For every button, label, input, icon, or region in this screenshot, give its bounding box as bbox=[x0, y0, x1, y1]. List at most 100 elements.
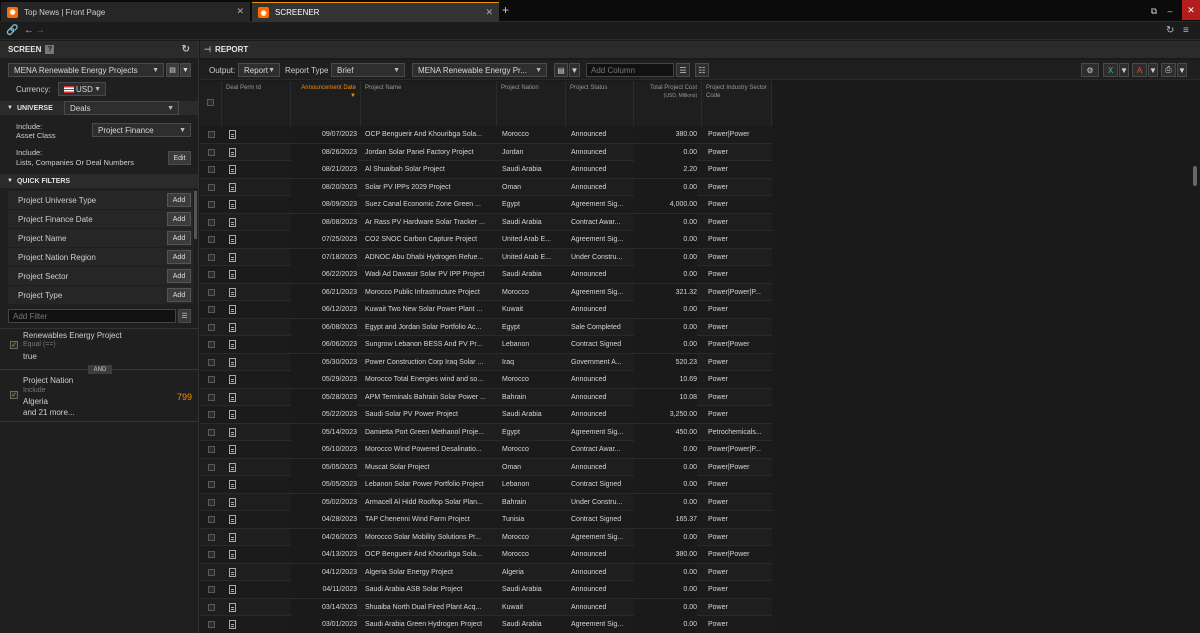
document-icon[interactable] bbox=[229, 445, 236, 454]
document-icon[interactable] bbox=[229, 322, 236, 332]
add-filter-button[interactable]: Add bbox=[167, 231, 191, 245]
row-checkbox[interactable] bbox=[208, 236, 215, 243]
table-row[interactable]: 05/22/2023 Saudi Solar PV Power Project Sa… bbox=[200, 406, 772, 424]
save-screen-icon[interactable]: ▤ bbox=[166, 63, 179, 77]
document-icon[interactable] bbox=[229, 392, 236, 402]
document-icon[interactable] bbox=[229, 497, 236, 507]
document-icon[interactable] bbox=[229, 515, 236, 524]
row-checkbox[interactable] bbox=[208, 131, 215, 138]
link-icon[interactable]: 🔗 bbox=[6, 25, 18, 36]
row-checkbox[interactable] bbox=[208, 341, 215, 348]
report-type-select[interactable]: Brief ▼ bbox=[331, 63, 405, 77]
chevron-down-icon[interactable]: ▼ bbox=[1148, 63, 1158, 77]
pdf-export-icon[interactable]: A bbox=[1132, 63, 1147, 77]
table-row[interactable]: 07/18/2023 ADNOC Abu Dhabi Hydrogen Refue… bbox=[200, 248, 772, 266]
criteria-checkbox[interactable]: ✓ bbox=[10, 391, 18, 399]
column-header-project-industry-sector-code[interactable]: Project Industry Sector Code bbox=[702, 81, 772, 126]
table-row[interactable]: 08/21/2023 Al Shuaibah Solar Project Saudi… bbox=[200, 161, 772, 179]
column-picker-icon[interactable]: ☷ bbox=[695, 63, 709, 77]
output-select[interactable]: Report ▼ bbox=[238, 63, 280, 77]
table-row[interactable]: 05/28/2023 APM Terminals Bahrain Solar Po… bbox=[200, 388, 772, 406]
column-list-icon[interactable]: ☰ bbox=[676, 63, 690, 77]
row-checkbox[interactable] bbox=[208, 358, 215, 366]
table-row[interactable]: 06/08/2023 Egypt and Jordan Solar Portfol… bbox=[200, 318, 772, 336]
table-row[interactable]: 05/10/2023 Morocco Wind Powered Desalinat… bbox=[200, 441, 772, 459]
column-header-announcement-date[interactable]: Announcement Date ▼ bbox=[291, 81, 361, 126]
document-icon[interactable] bbox=[229, 252, 236, 262]
table-row[interactable]: 09/07/2023 OCP Benguerir And Khouribga So… bbox=[200, 126, 772, 144]
row-checkbox[interactable] bbox=[208, 148, 215, 156]
column-header-total-project-cost[interactable]: Total Project Cost (USD, Millions) bbox=[634, 81, 702, 126]
row-checkbox[interactable] bbox=[208, 306, 215, 313]
table-row[interactable]: 07/25/2023 CO2 SNOC Carbon Capture Projec… bbox=[200, 231, 772, 249]
chevron-down-icon[interactable]: ▼ bbox=[1177, 63, 1187, 77]
row-checkbox[interactable] bbox=[208, 621, 215, 628]
row-checkbox[interactable] bbox=[208, 498, 215, 506]
document-icon[interactable] bbox=[229, 585, 236, 594]
and-connector[interactable]: AND bbox=[88, 365, 112, 374]
edit-button[interactable]: Edit bbox=[168, 151, 191, 165]
document-icon[interactable] bbox=[229, 147, 236, 157]
row-checkbox[interactable] bbox=[208, 428, 215, 436]
document-icon[interactable] bbox=[229, 462, 236, 472]
table-row[interactable]: 03/01/2023 Saudi Arabia Green Hydrogen Pr… bbox=[200, 616, 772, 633]
report-screen-select[interactable]: MENA Renewable Energy Pr... ▼ bbox=[412, 63, 547, 77]
tab-top-news[interactable]: ◉ Top News | Front Page ✕ bbox=[1, 2, 250, 22]
table-row[interactable]: 08/08/2023 Ar Rass PV Hardware Solar Trac… bbox=[200, 213, 772, 231]
document-icon[interactable] bbox=[229, 287, 236, 297]
criteria-more[interactable]: and 21 more... bbox=[23, 408, 75, 417]
universe-select[interactable]: Deals ▼ bbox=[64, 101, 179, 115]
criteria-checkbox[interactable]: ✓ bbox=[10, 341, 18, 349]
quick-filters-scrollbar[interactable] bbox=[194, 191, 197, 239]
document-icon[interactable] bbox=[229, 550, 236, 559]
row-checkbox[interactable] bbox=[208, 533, 215, 541]
document-icon[interactable] bbox=[229, 217, 236, 227]
row-checkbox[interactable] bbox=[208, 411, 215, 418]
table-row[interactable]: 06/06/2023 Sungrow Lebanon BESS And PV Pr… bbox=[200, 336, 772, 354]
table-row[interactable]: 05/05/2023 Lebanon Solar Power Portfolio … bbox=[200, 476, 772, 494]
row-checkbox[interactable] bbox=[208, 166, 215, 173]
column-header-project-nation[interactable]: Project Nation bbox=[497, 81, 566, 126]
refresh-screen-icon[interactable]: ↻ bbox=[182, 44, 190, 55]
minimize-icon[interactable]: – bbox=[1162, 3, 1178, 19]
document-icon[interactable] bbox=[229, 130, 236, 139]
table-row[interactable]: 05/30/2023 Power Construction Corp Iraq S… bbox=[200, 353, 772, 371]
column-header-project-status[interactable]: Project Status bbox=[566, 81, 634, 126]
add-filter-button[interactable]: Add bbox=[167, 212, 191, 226]
collapse-panel-icon[interactable]: ⊣ bbox=[204, 45, 211, 54]
restore-window-icon[interactable]: ⧉ bbox=[1146, 3, 1162, 19]
close-tab-icon[interactable]: ✕ bbox=[236, 6, 244, 17]
add-filter-button[interactable]: Add bbox=[167, 288, 191, 302]
document-icon[interactable] bbox=[229, 165, 236, 174]
settings-gear-icon[interactable]: ⚙ bbox=[1081, 63, 1099, 77]
tab-screener[interactable]: ◉ SCREENER ✕ bbox=[252, 2, 499, 22]
currency-select[interactable]: USD ▼ bbox=[58, 82, 106, 96]
row-checkbox[interactable] bbox=[208, 516, 215, 523]
table-row[interactable]: 06/22/2023 Wadi Ad Dawasir Solar PV IPP P… bbox=[200, 266, 772, 284]
close-window-button[interactable]: ✕ bbox=[1182, 0, 1200, 20]
close-tab-icon[interactable]: ✕ bbox=[485, 7, 493, 18]
row-checkbox[interactable] bbox=[208, 201, 215, 208]
save-report-icon[interactable]: ▤ bbox=[554, 63, 568, 77]
select-all-checkbox[interactable] bbox=[207, 99, 214, 106]
table-row[interactable]: 04/28/2023 TAP Chenenni Wind Farm Project… bbox=[200, 511, 772, 529]
table-row[interactable]: 08/09/2023 Suez Canal Economic Zone Green… bbox=[200, 196, 772, 214]
table-row[interactable]: 03/14/2023 Shuaiba North Dual Fired Plant… bbox=[200, 598, 772, 616]
document-icon[interactable] bbox=[229, 567, 236, 577]
excel-export-icon[interactable]: X bbox=[1103, 63, 1118, 77]
document-icon[interactable] bbox=[229, 532, 236, 542]
add-filter-button[interactable]: Add bbox=[167, 269, 191, 283]
table-row[interactable]: 08/26/2023 Jordan Solar Panel Factory Pro… bbox=[200, 143, 772, 161]
table-row[interactable]: 05/14/2023 Damietta Port Green Methanol P… bbox=[200, 423, 772, 441]
table-row[interactable]: 05/02/2023 Armacell Al Hidd Rooftop Solar… bbox=[200, 493, 772, 511]
table-row[interactable]: 08/20/2023 Solar PV IPPs 2029 Project Oman… bbox=[200, 178, 772, 196]
quick-filters-section[interactable]: ▼ QUICK FILTERS bbox=[0, 174, 198, 188]
new-tab-button[interactable]: + bbox=[502, 3, 509, 17]
document-icon[interactable] bbox=[229, 410, 236, 419]
row-checkbox[interactable] bbox=[208, 288, 215, 296]
row-checkbox[interactable] bbox=[208, 253, 215, 261]
table-row[interactable]: 04/13/2023 OCP Benguerir And Khouribga So… bbox=[200, 546, 772, 564]
row-checkbox[interactable] bbox=[208, 271, 215, 278]
add-column-input[interactable]: Add Column bbox=[586, 63, 674, 77]
document-icon[interactable] bbox=[229, 340, 236, 349]
